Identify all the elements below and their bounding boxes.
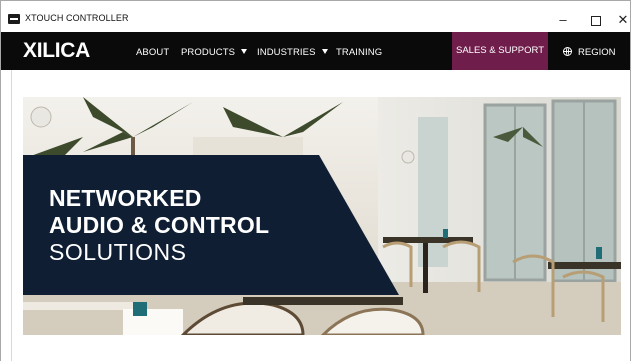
hero-headline: NETWORKED AUDIO & CONTROL SOLUTIONS — [49, 185, 269, 266]
sales-support-label: SALES & SUPPORT — [456, 45, 544, 56]
app-window: XTOUCH CONTROLLER – ✕ XILICA ABOUT PRODU… — [0, 0, 631, 361]
maximize-button[interactable] — [581, 9, 611, 31]
content-divider — [11, 70, 12, 361]
nav-item-label: PRODUCTS — [181, 47, 236, 58]
headline-line-2: AUDIO & CONTROL — [49, 212, 270, 238]
globe-icon — [563, 47, 572, 56]
xilica-logo[interactable]: XILICA — [23, 40, 90, 61]
minimize-button[interactable]: – — [548, 9, 578, 31]
nav-item-label: ABOUT — [136, 47, 170, 58]
headline-line-3: SOLUTIONS — [49, 239, 187, 265]
close-button[interactable]: ✕ — [613, 9, 630, 31]
hero-banner: NETWORKED AUDIO & CONTROL SOLUTIONS — [23, 97, 621, 335]
maximize-icon — [591, 15, 601, 26]
nav-item-industries[interactable]: INDUSTRIES — [257, 47, 328, 58]
nav-item-products[interactable]: PRODUCTS — [181, 47, 248, 58]
top-navigation: XILICA ABOUT PRODUCTS INDUSTRIES TRAININ… — [1, 32, 630, 70]
caret-down-icon — [241, 49, 248, 54]
app-icon — [8, 14, 20, 24]
nav-item-label: INDUSTRIES — [257, 47, 316, 58]
region-selector[interactable]: REGION — [563, 47, 615, 58]
title-bar[interactable]: XTOUCH CONTROLLER – ✕ — [1, 1, 630, 32]
sales-support-button[interactable]: SALES & SUPPORT — [452, 32, 548, 70]
caret-down-icon — [321, 49, 328, 54]
region-label: REGION — [578, 47, 616, 58]
nav-item-about[interactable]: ABOUT — [136, 47, 169, 58]
headline-line-1: NETWORKED — [49, 185, 202, 211]
nav-item-label: TRAINING — [336, 47, 383, 58]
nav-item-training[interactable]: TRAINING — [336, 47, 382, 58]
window-title: XTOUCH CONTROLLER — [25, 13, 129, 23]
